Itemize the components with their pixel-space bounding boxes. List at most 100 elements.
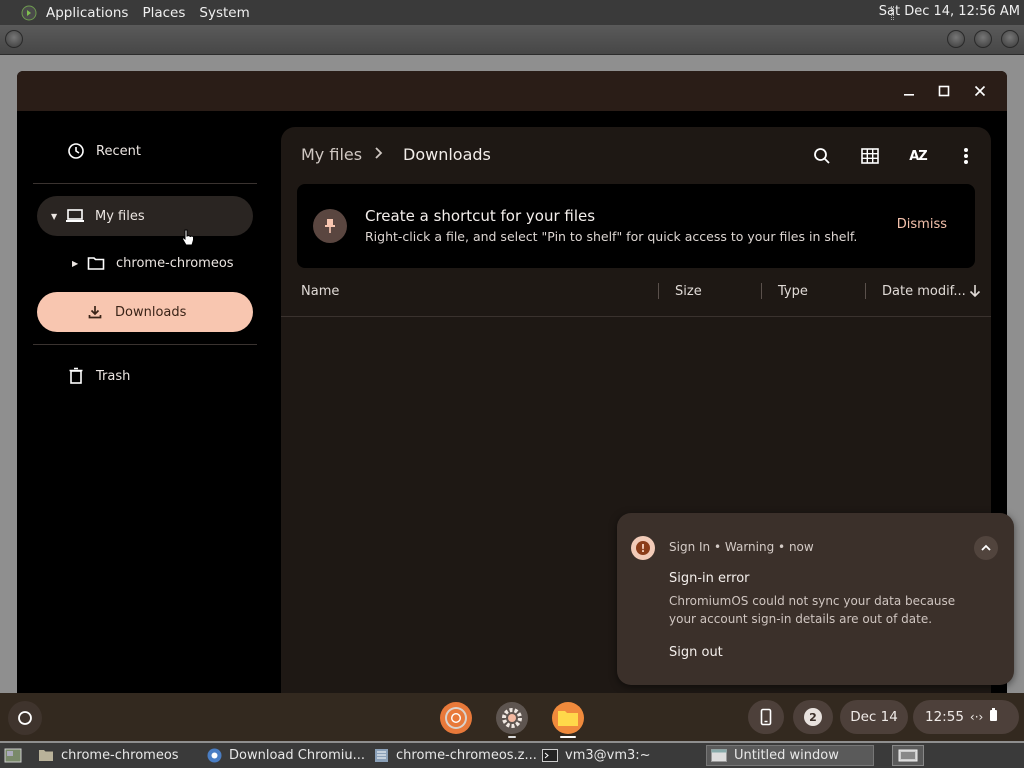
sidebar-item-label: Downloads [115, 304, 187, 320]
launcher-button[interactable] [8, 701, 42, 735]
notification-body: ChromiumOS could not sync your data beca… [669, 594, 956, 626]
minimize-icon[interactable] [947, 30, 965, 48]
breadcrumb-downloads: Downloads [403, 145, 491, 164]
column-header-name[interactable]: Name [301, 284, 339, 299]
desktop-icon [4, 748, 22, 762]
close-button[interactable] [970, 81, 990, 101]
banner-title: Create a shortcut for your files [365, 207, 596, 225]
column-separator[interactable] [658, 283, 659, 299]
sign-in-notification[interactable]: ! Sign In • Warning • now Sign-in error … [617, 513, 1014, 685]
sidebar-divider [33, 183, 257, 184]
more-vert-icon [964, 148, 968, 164]
sidebar-item-label: Trash [96, 368, 131, 384]
folder-icon [86, 253, 106, 273]
running-indicator [508, 736, 516, 738]
column-header-date-modified[interactable]: Date modif... [882, 284, 966, 299]
column-separator[interactable] [761, 283, 762, 299]
chevron-right-icon [374, 145, 384, 164]
files-app-icon[interactable] [552, 702, 584, 734]
notification-title: Sign-in error [669, 571, 750, 586]
collapse-notification-button[interactable] [974, 536, 998, 560]
system-tray[interactable]: 12:55 ‹·› [913, 700, 1019, 734]
folder-icon [38, 749, 54, 763]
trash-icon [66, 366, 86, 386]
sidebar-item-downloads[interactable]: Downloads [37, 292, 253, 332]
close-icon[interactable] [1001, 30, 1019, 48]
chevron-up-icon [981, 544, 991, 551]
taskbar-item-label: Untitled window [734, 748, 839, 763]
minimize-button[interactable] [899, 81, 919, 101]
applications-menu[interactable]: Applications [46, 5, 128, 21]
terminal-app-icon [20, 5, 38, 21]
terminal-icon [542, 749, 558, 763]
sidebar-item-label: Recent [96, 143, 141, 159]
chromium-app-icon[interactable] [440, 702, 472, 734]
show-desktop-button[interactable] [4, 745, 24, 766]
sidebar-item-recent[interactable]: Recent [37, 131, 253, 171]
maximize-icon[interactable] [974, 30, 992, 48]
sign-out-button[interactable]: Sign out [669, 645, 723, 660]
phone-hub-button[interactable] [748, 700, 784, 734]
sort-az-icon: AZ [909, 148, 927, 164]
notification-counter-button[interactable]: 2 [793, 700, 833, 734]
host-window-frame [0, 25, 1024, 55]
chromium-icon [206, 748, 222, 763]
phone-icon [760, 708, 772, 726]
taskbar-item[interactable]: chrome-chromeos [38, 745, 200, 766]
shelf-time: 12:55 [925, 709, 964, 725]
taskbar-item-label: Download Chromiu... [229, 748, 365, 763]
dismiss-button[interactable]: Dismiss [897, 217, 947, 232]
download-icon [85, 302, 105, 322]
workspace-switcher[interactable] [892, 745, 924, 766]
taskbar-item[interactable]: Download Chromiu... [206, 745, 368, 766]
laptop-icon [65, 206, 85, 226]
taskbar-item-label: chrome-chromeos [61, 748, 179, 763]
warning-icon: ! [631, 536, 655, 560]
places-menu[interactable]: Places [142, 5, 185, 21]
column-separator[interactable] [865, 283, 866, 299]
settings-app-icon[interactable] [496, 702, 528, 734]
sidebar-item-my-files[interactable]: ▼ My files [37, 196, 253, 236]
sidebar-item-trash[interactable]: Trash [37, 356, 253, 396]
expand-down-icon[interactable]: ▼ [51, 212, 59, 221]
host-taskbar: chrome-chromeos Download Chromiu... chro… [0, 743, 1024, 768]
window-menu-icon[interactable] [5, 30, 23, 48]
header-divider [281, 316, 991, 317]
sidebar-item-label: My files [95, 208, 145, 224]
more-options-button[interactable] [953, 143, 979, 169]
column-header-type[interactable]: Type [778, 284, 808, 299]
network-icon: ‹·› [969, 710, 984, 724]
column-header-size[interactable]: Size [675, 284, 702, 299]
clock-icon [66, 141, 86, 161]
notification-time: now [788, 540, 814, 554]
sidebar-item-chrome-chromeos[interactable]: ▶ chrome-chromeos [37, 243, 253, 283]
grid-view-button[interactable] [857, 143, 883, 169]
notification-meta: Sign In • Warning • now [669, 540, 814, 554]
notification-level: Warning [724, 540, 775, 554]
chromeos-shelf: 2 Dec 14 12:55 ‹·› [0, 693, 1024, 741]
top-panel: Applications Places System Sat Dec 14, 1… [0, 0, 1024, 25]
search-button[interactable] [809, 143, 835, 169]
notification-count-badge: 2 [804, 708, 822, 726]
system-menu[interactable]: System [199, 5, 249, 21]
grid-view-icon [861, 148, 879, 164]
top-clock[interactable]: Sat Dec 14, 12:56 AM [879, 4, 1020, 19]
banner-subtitle: Right-click a file, and select "Pin to s… [365, 229, 858, 244]
maximize-button[interactable] [934, 81, 954, 101]
notification-source: Sign In [669, 540, 711, 554]
breadcrumb-my-files[interactable]: My files [301, 145, 362, 164]
sidebar-item-label: chrome-chromeos [116, 255, 234, 271]
top-menu: Applications Places System [20, 5, 250, 21]
sort-button[interactable]: AZ [905, 143, 931, 169]
pointer-cursor-icon [181, 229, 195, 251]
taskbar-item-active[interactable]: Untitled window [706, 745, 874, 766]
date-tray[interactable]: Dec 14 [840, 700, 908, 734]
sidebar-divider [33, 344, 257, 345]
taskbar-item[interactable]: vm3@vm3:~ [542, 745, 704, 766]
sort-descending-arrow-icon[interactable] [969, 284, 981, 302]
workspace-icon [898, 749, 918, 762]
expand-right-icon[interactable]: ▶ [72, 259, 80, 268]
window-icon [711, 749, 727, 763]
taskbar-item[interactable]: chrome-chromeos.z... [374, 745, 536, 766]
launcher-circle-icon [18, 711, 32, 725]
